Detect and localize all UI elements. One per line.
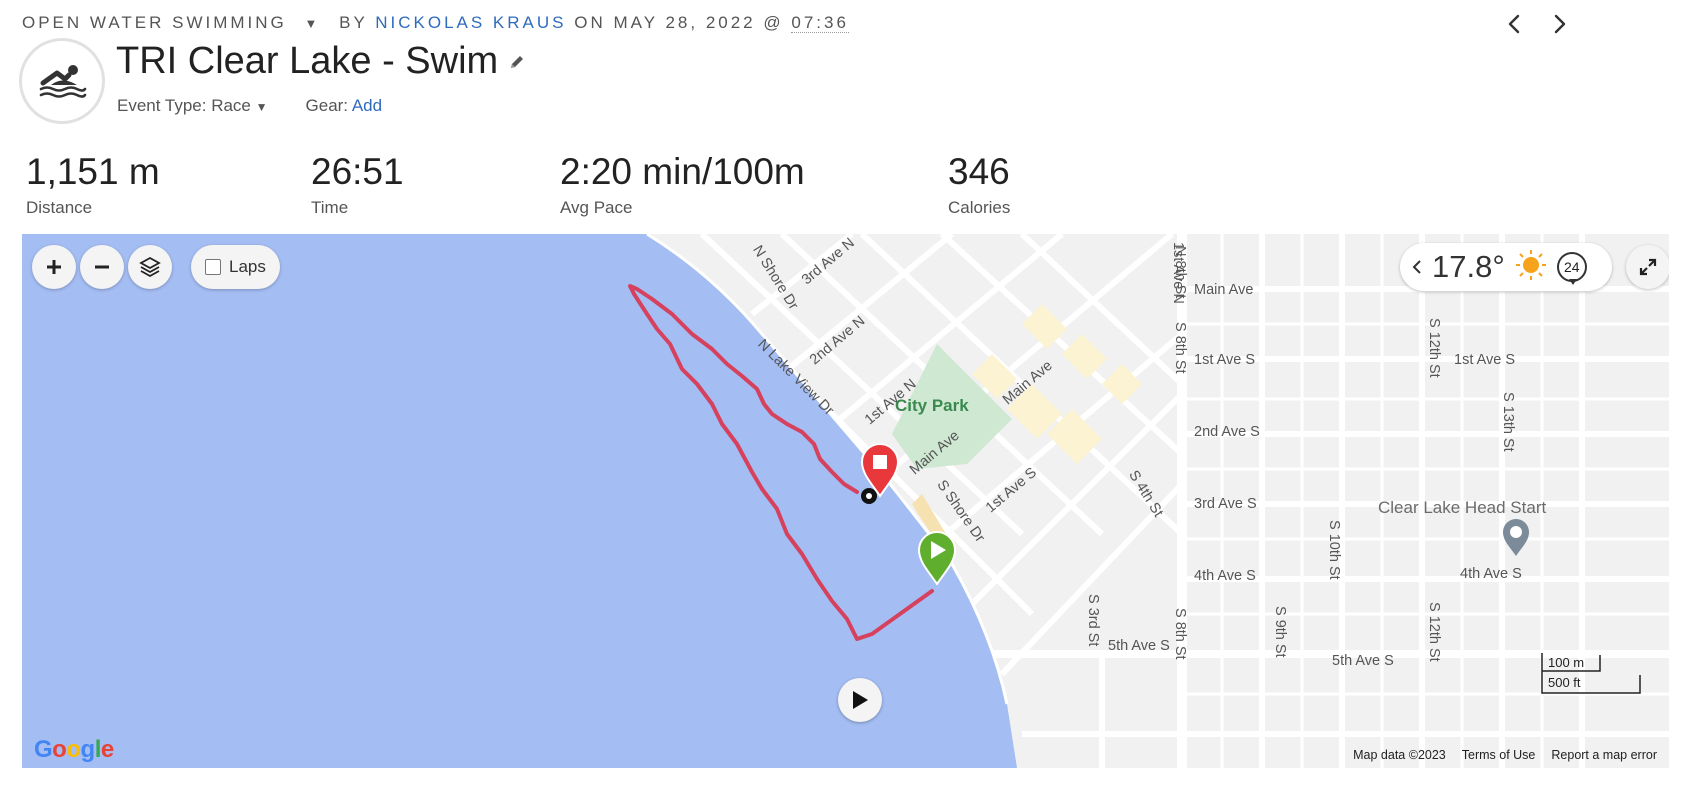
expand-icon bbox=[1639, 258, 1657, 276]
street-label: S 8th St bbox=[1172, 322, 1188, 374]
scale-imperial: 500 ft bbox=[1548, 675, 1581, 690]
map-scale: 100 m 500 ft bbox=[1540, 653, 1650, 695]
street-label: 5th Ave S bbox=[1332, 653, 1394, 669]
stat-label: Avg Pace bbox=[560, 198, 633, 217]
weather-temperature: 17.8° bbox=[1432, 249, 1505, 284]
activity-type-dropdown-icon[interactable]: ▼ bbox=[305, 16, 318, 31]
activity-title[interactable]: TRI Clear Lake - Swim bbox=[116, 40, 498, 83]
zoom-in-button[interactable] bbox=[32, 245, 76, 289]
event-type[interactable]: Event Type: Race ▼ bbox=[117, 96, 268, 116]
street-label: 1st Ave S bbox=[1194, 352, 1255, 368]
gear: Gear: Add bbox=[306, 96, 383, 116]
stat-label: Calories bbox=[948, 198, 1011, 217]
pencil-icon[interactable] bbox=[508, 53, 526, 71]
weather-widget: 17.8° 24 bbox=[1400, 243, 1612, 291]
street-label: S 9th St bbox=[1272, 606, 1288, 658]
street-label: S 12th St bbox=[1426, 318, 1442, 378]
play-button[interactable] bbox=[838, 678, 882, 722]
gear-label: Gear: bbox=[305, 96, 349, 115]
laps-checkbox[interactable] bbox=[205, 259, 221, 275]
street-label: S 3rd St bbox=[1085, 594, 1101, 647]
chevron-right-icon[interactable] bbox=[1548, 10, 1572, 38]
swim-icon bbox=[39, 65, 87, 98]
stat-value: 2:20 min/100m bbox=[560, 151, 805, 192]
plus-icon bbox=[47, 260, 61, 274]
on-text: ON bbox=[574, 13, 606, 32]
title-row: TRI Clear Lake - Swim bbox=[116, 40, 526, 83]
terms-link[interactable]: Terms of Use bbox=[1462, 748, 1536, 762]
at-text: @ bbox=[763, 13, 784, 32]
minus-icon bbox=[95, 265, 109, 269]
activity-nav bbox=[1502, 10, 1572, 38]
by-text: BY bbox=[339, 13, 368, 32]
zoom-out-button[interactable] bbox=[80, 245, 124, 289]
activity-date: MAY 28, 2022 bbox=[613, 13, 756, 32]
scale-metric: 100 m bbox=[1548, 655, 1585, 670]
activity-type[interactable]: OPEN WATER SWIMMING bbox=[22, 13, 287, 32]
author-link[interactable]: NICKOLAS KRAUS bbox=[375, 13, 566, 32]
laps-label: Laps bbox=[229, 257, 266, 276]
street-label: 4th Ave S bbox=[1194, 568, 1256, 584]
layers-button[interactable] bbox=[128, 245, 172, 289]
poi-label[interactable]: Clear Lake Head Start bbox=[1378, 498, 1546, 518]
activity-time[interactable]: 07:36 bbox=[791, 13, 849, 33]
street-label: S 12th St bbox=[1426, 602, 1442, 662]
activity-type-badge bbox=[19, 38, 105, 124]
map-data-text: Map data ©2023 bbox=[1353, 748, 1446, 762]
street-label: 4th Ave S bbox=[1460, 566, 1522, 582]
wind-indicator: 24 bbox=[1556, 252, 1587, 285]
stat-value: 1,151 m bbox=[26, 151, 160, 192]
fullscreen-button[interactable] bbox=[1626, 245, 1669, 289]
add-gear-link[interactable]: Add bbox=[352, 96, 382, 115]
report-error-link[interactable]: Report a map error bbox=[1551, 748, 1657, 762]
stat-value: 26:51 bbox=[311, 151, 404, 192]
activity-properties: Event Type: Race ▼ Gear: Add bbox=[117, 96, 382, 116]
street-label: 5th Ave S bbox=[1108, 638, 1170, 654]
street-label: S 8th St bbox=[1172, 608, 1188, 660]
stat-avg-pace: 2:20 min/100m Avg Pace bbox=[560, 153, 805, 218]
sun-icon bbox=[1515, 249, 1547, 286]
route-map[interactable]: N Shore Dr 3rd Ave N 2nd Ave N N Lake Vi… bbox=[22, 234, 1669, 768]
park-label: City Park bbox=[895, 396, 969, 415]
stat-time: 26:51 Time bbox=[311, 153, 404, 218]
street-label: 3rd Ave S bbox=[1194, 496, 1257, 512]
play-icon bbox=[853, 691, 868, 709]
stat-label: Time bbox=[311, 198, 349, 217]
street-label: Main Ave bbox=[1194, 282, 1254, 298]
street-label: S 10th St bbox=[1326, 520, 1342, 580]
chevron-left-icon[interactable] bbox=[1502, 10, 1526, 38]
activity-meta-line: OPEN WATER SWIMMING ▼ BY NICKOLAS KRAUS … bbox=[22, 13, 849, 33]
map-attribution: Map data ©2023 Terms of Use Report a map… bbox=[1353, 748, 1657, 762]
stat-distance: 1,151 m Distance bbox=[26, 153, 160, 218]
street-label: N 8th St bbox=[1172, 246, 1188, 299]
google-logo: Google bbox=[34, 736, 114, 763]
street-label: S 13th St bbox=[1500, 392, 1516, 452]
event-type-value[interactable]: Race bbox=[211, 96, 251, 115]
stat-label: Distance bbox=[26, 198, 93, 217]
street-label: 2nd Ave S bbox=[1194, 424, 1260, 440]
stat-value: 346 bbox=[948, 151, 1010, 192]
caret-down-icon[interactable]: ▼ bbox=[256, 100, 268, 114]
laps-toggle[interactable]: Laps bbox=[191, 245, 280, 289]
stat-calories: 346 Calories bbox=[948, 153, 1010, 218]
event-type-label: Event Type: bbox=[117, 96, 207, 115]
street-label: 1st Ave S bbox=[1454, 352, 1515, 368]
chevron-left-icon[interactable] bbox=[1412, 259, 1422, 275]
layers-icon bbox=[139, 256, 161, 278]
